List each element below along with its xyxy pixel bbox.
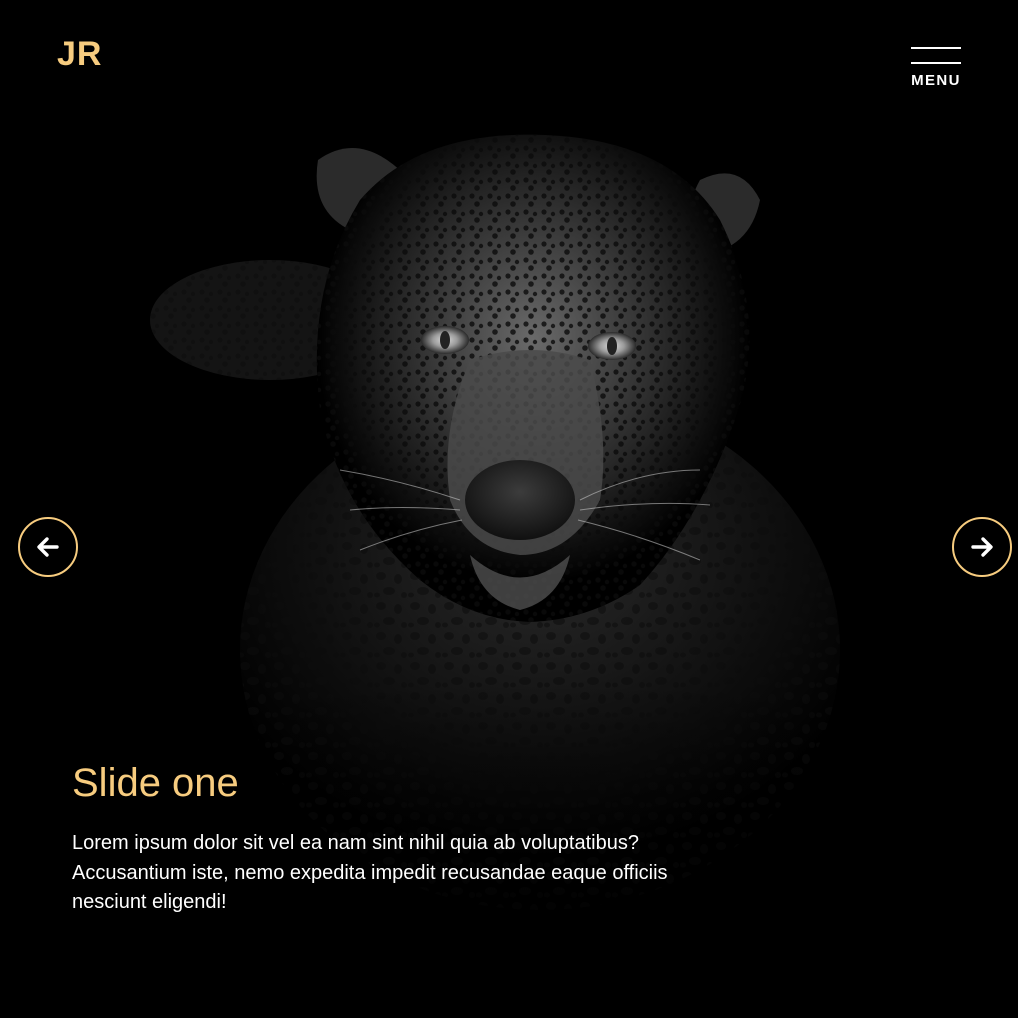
- hamburger-icon-bar: [911, 62, 961, 64]
- brand-logo[interactable]: JR: [57, 34, 102, 74]
- slide-description: Lorem ipsum dolor sit vel ea nam sint ni…: [72, 832, 668, 913]
- slide-title: Slide one: [72, 761, 239, 805]
- slide-caption: Slide one Lorem ipsum dolor sit vel ea n…: [72, 757, 672, 918]
- previous-slide-button[interactable]: [18, 517, 78, 577]
- hero-slider: JR MENU Slide one Lorem ipsum dolor sit …: [0, 0, 1018, 1018]
- menu-button[interactable]: MENU: [910, 46, 962, 92]
- next-slide-button[interactable]: [952, 517, 1012, 577]
- arrow-left-icon: [37, 537, 59, 557]
- hamburger-icon: [911, 47, 961, 49]
- menu-label: MENU: [911, 72, 961, 89]
- arrow-right-icon: [971, 537, 993, 557]
